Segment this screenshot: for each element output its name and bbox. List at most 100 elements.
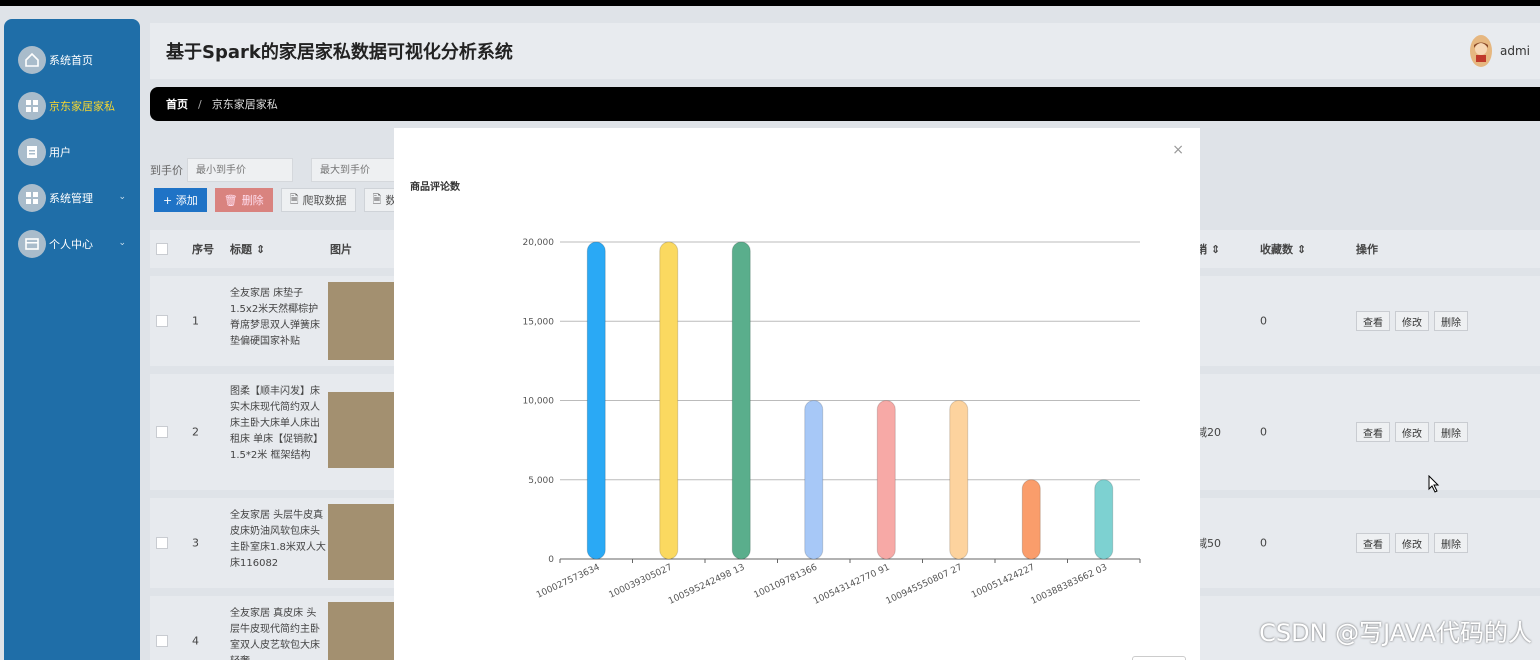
sidebar-item-profile[interactable]: 个人中心 ⌄ — [4, 221, 140, 267]
x-tick-label: 100388383662 03 — [1030, 563, 1109, 607]
modal-footer-button[interactable] — [1132, 656, 1186, 660]
file-icon: 🗎 — [289, 192, 299, 206]
breadcrumb-current: 京东家居家私 — [211, 98, 278, 111]
crawl-data-button[interactable]: 🗎 爬取数据 — [280, 188, 356, 212]
filter-label-price: 到手价 — [150, 164, 183, 177]
card-icon — [18, 230, 46, 258]
edit-button[interactable]: 修改 — [1395, 533, 1429, 553]
row-index: 1 — [192, 314, 199, 328]
delete-row-button[interactable]: 删除 — [1434, 533, 1468, 553]
bar — [586, 241, 606, 560]
sidebar-item-label: 用户 — [49, 146, 71, 159]
view-button[interactable]: 查看 — [1356, 422, 1390, 442]
y-tick-label: 0 — [548, 555, 554, 565]
delete-row-button[interactable]: 删除 — [1434, 311, 1468, 331]
select-all-checkbox[interactable] — [156, 243, 168, 255]
page-title: 基于Spark的家居家私数据可视化分析系统 — [166, 42, 513, 63]
row-title: 图柔【顺丰闪发】床实木床现代简约双人床主卧大床单人床出租床 单床【促销款】 1.… — [230, 386, 324, 461]
bar — [731, 241, 751, 560]
add-button[interactable]: + 添加 — [154, 188, 207, 212]
breadcrumb: 首页 / 京东家居家私 — [150, 87, 1540, 121]
bar — [659, 241, 679, 560]
clipboard-icon — [18, 138, 46, 166]
row-actions: 查看 修改 删除 — [1356, 533, 1473, 553]
view-button[interactable]: 查看 — [1356, 311, 1390, 331]
watermark: CSDN @写JAVA代码的人 — [1259, 619, 1532, 647]
bar — [1094, 479, 1114, 560]
product-image — [328, 504, 394, 580]
header-actions: 操作 — [1356, 243, 1378, 256]
row-checkbox[interactable] — [156, 426, 168, 438]
delete-button-label: 删除 — [241, 194, 264, 207]
grid-icon — [18, 92, 46, 120]
x-tick-label: 100945550807 27 — [885, 563, 964, 607]
sidebar: 系统首页 京东家居家私 用户 系统管理 ⌄ 个人中心 ⌄ — [4, 19, 140, 660]
y-tick-label: 10,000 — [523, 397, 555, 407]
chevron-down-icon: ⌄ — [118, 238, 126, 248]
x-tick-label: 100027573634 — [535, 563, 602, 601]
breadcrumb-separator: / — [198, 97, 202, 111]
bar — [949, 400, 969, 560]
header-image: 图片 — [330, 243, 352, 256]
sidebar-item-label: 系统首页 — [49, 54, 93, 67]
header-title[interactable]: 标题 ⇕ — [230, 241, 265, 257]
edit-button[interactable]: 修改 — [1395, 311, 1429, 331]
crawl-data-label: 爬取数据 — [302, 194, 347, 207]
user-menu[interactable]: admi — [1470, 35, 1530, 67]
x-tick-label: 100039305027 — [608, 563, 675, 601]
x-tick-label: 100595242498 13 — [667, 563, 746, 607]
bar — [1021, 479, 1041, 560]
user-name: admi — [1500, 44, 1530, 58]
product-image — [328, 392, 394, 468]
chevron-down-icon: ⌄ — [118, 192, 126, 202]
sidebar-item-label: 系统管理 — [49, 192, 93, 205]
breadcrumb-home[interactable]: 首页 — [166, 96, 188, 112]
sidebar-item-label: 个人中心 — [49, 238, 93, 251]
row-favorites: 0 — [1260, 425, 1267, 439]
x-tick-label: 100543142770 91 — [812, 563, 891, 607]
row-title: 全友家居 头层牛皮真皮床奶油风软包床头主卧室床1.8米双人大床116082 — [230, 510, 326, 569]
chart-modal: × 商品评论数 0 5,000 10,000 15,000 20,000 10002757… — [394, 128, 1200, 660]
trash-icon: 🗑 — [223, 193, 238, 207]
grid-icon — [18, 184, 46, 212]
edit-button[interactable]: 修改 — [1395, 422, 1429, 442]
bar-chart: 05,00010,00015,00020,000100027573634 1000… — [523, 238, 1141, 607]
row-index: 3 — [192, 536, 199, 550]
header-favorites[interactable]: 收藏数 ⇕ — [1260, 241, 1306, 257]
row-index: 4 — [192, 634, 199, 648]
row-checkbox[interactable] — [156, 537, 168, 549]
toolbar: + 添加 🗑删除 🗎爬取数据 🗎数据 — [154, 188, 424, 212]
row-index: 2 — [192, 425, 199, 439]
min-price-input[interactable] — [187, 158, 293, 182]
row-title: 全友家居 床垫子1.5x2米天然椰棕护脊席梦思双人弹簧床垫偏硬国家补贴 — [230, 288, 320, 347]
row-favorites: 0 — [1260, 314, 1267, 328]
bar — [804, 400, 824, 560]
x-tick-label: 100051424227 — [970, 563, 1037, 601]
filter-bar: 到手价 — [150, 158, 435, 182]
delete-row-button[interactable]: 删除 — [1434, 422, 1468, 442]
app-header: 基于Spark的家居家私数据可视化分析系统 — [150, 23, 1540, 79]
sidebar-item-home[interactable]: 系统首页 — [4, 37, 140, 83]
mouse-cursor-icon — [1428, 475, 1440, 493]
row-actions: 查看 修改 删除 — [1356, 311, 1473, 331]
sidebar-item-jd-furniture[interactable]: 京东家居家私 — [4, 83, 140, 129]
row-checkbox[interactable] — [156, 635, 168, 647]
sidebar-item-label: 京东家居家私 — [49, 100, 115, 113]
header-index: 序号 — [192, 243, 214, 256]
avatar — [1470, 35, 1492, 67]
row-checkbox[interactable] — [156, 315, 168, 327]
view-button[interactable]: 查看 — [1356, 533, 1390, 553]
home-icon — [18, 46, 46, 74]
delete-button[interactable]: 🗑 删除 — [214, 188, 273, 212]
x-tick-label: 100109781366 — [753, 563, 820, 601]
bar — [876, 400, 896, 560]
app-window: 系统首页 京东家居家私 用户 系统管理 ⌄ 个人中心 ⌄ 基于Spark的家居家… — [0, 6, 1540, 660]
row-actions: 查看 修改 删除 — [1356, 422, 1473, 442]
row-favorites: 0 — [1260, 536, 1267, 550]
product-image — [328, 282, 394, 360]
row-title: 全友家居 真皮床 头层牛皮现代简约主卧室双人皮艺软包大床轻奢 — [230, 608, 320, 660]
sidebar-item-users[interactable]: 用户 — [4, 129, 140, 175]
y-tick-label: 20,000 — [523, 238, 555, 248]
y-tick-label: 15,000 — [523, 317, 555, 327]
sidebar-item-system[interactable]: 系统管理 ⌄ — [4, 175, 140, 221]
